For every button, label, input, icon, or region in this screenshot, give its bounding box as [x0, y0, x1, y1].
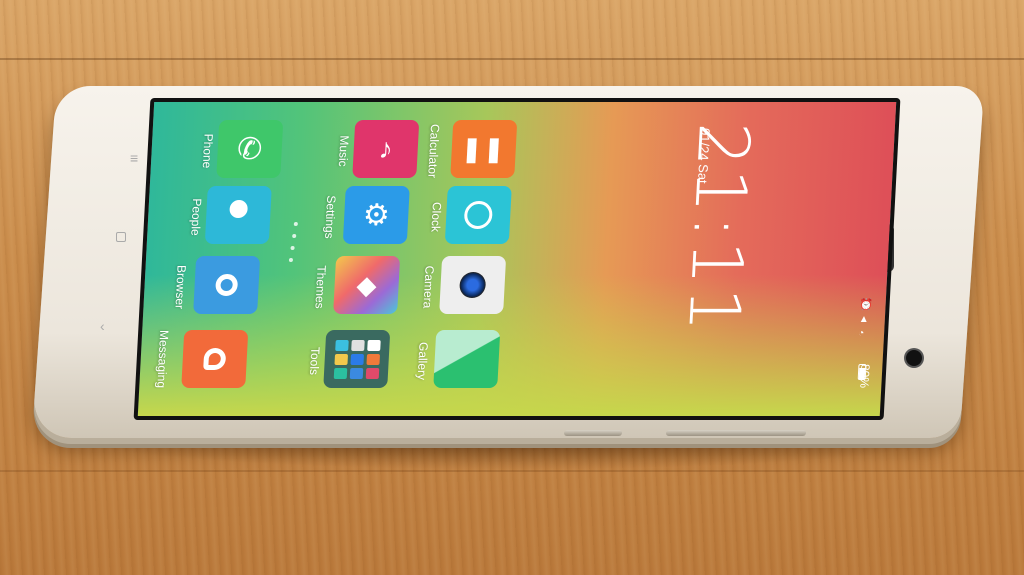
menu-key-icon[interactable]: ≡ — [130, 150, 138, 166]
page-indicator-dot — [292, 234, 297, 238]
contacts-icon — [204, 186, 272, 244]
app-label: Themes — [312, 265, 329, 309]
app-label: Messaging — [154, 329, 172, 389]
camera-icon — [439, 256, 507, 314]
gear-icon: ⚙ — [342, 186, 410, 244]
home-screen: ✆ Phone People Browser Messaging ♪ Music… — [133, 98, 901, 420]
tools-folder-icon — [323, 330, 391, 388]
gallery-icon — [433, 330, 501, 388]
messaging-icon — [181, 330, 249, 388]
app-browser[interactable]: Browser — [172, 256, 261, 314]
page-indicator-dot — [290, 246, 295, 250]
browser-icon — [193, 256, 261, 314]
clock-date: 01/24 Sat — [694, 128, 713, 184]
app-label: People — [188, 198, 205, 236]
page-indicator-dot — [288, 258, 294, 262]
home-key-icon[interactable] — [116, 232, 126, 242]
app-settings[interactable]: ⚙ Settings — [322, 186, 410, 244]
signal-icon: ▲ — [858, 314, 870, 325]
app-label: Tools — [306, 346, 323, 375]
page-indicator-dot — [293, 222, 298, 226]
app-label: Clock — [428, 201, 444, 232]
alarm-icon: ⏰ — [859, 299, 874, 311]
app-label: Gallery — [414, 341, 431, 380]
app-music[interactable]: ♪ Music — [336, 120, 420, 178]
app-label: Browser — [172, 264, 189, 309]
app-calculator[interactable]: ❚❚ Calculator — [425, 120, 518, 178]
music-icon: ♪ — [352, 120, 420, 178]
wifi-icon: ◔ — [857, 328, 865, 339]
calculator-icon: ❚❚ — [450, 120, 518, 178]
app-label: Calculator — [425, 123, 443, 179]
app-messaging[interactable]: Messaging — [154, 330, 249, 388]
clock-icon — [444, 186, 512, 244]
app-themes[interactable]: ◆ Themes — [312, 256, 401, 314]
volume-up-button — [563, 430, 623, 436]
app-label: Phone — [199, 133, 216, 169]
app-clock[interactable]: Clock — [428, 186, 512, 244]
clock-time: 21:11 — [672, 122, 766, 334]
power-button — [665, 430, 807, 436]
app-camera[interactable]: Camera — [420, 256, 507, 314]
app-gallery[interactable]: Gallery — [415, 330, 501, 388]
themes-icon: ◆ — [333, 256, 401, 314]
back-key-icon[interactable]: ‹ — [100, 318, 105, 334]
app-phone[interactable]: ✆ Phone — [200, 120, 284, 178]
app-label: Settings — [322, 195, 339, 239]
phone-icon: ✆ — [216, 120, 284, 178]
app-label: Music — [335, 135, 352, 167]
app-people[interactable]: People — [188, 186, 272, 244]
front-camera — [906, 350, 922, 366]
battery-percentage: 80% — [857, 364, 873, 389]
app-tools[interactable]: Tools — [307, 330, 391, 388]
app-label: Camera — [420, 265, 437, 309]
